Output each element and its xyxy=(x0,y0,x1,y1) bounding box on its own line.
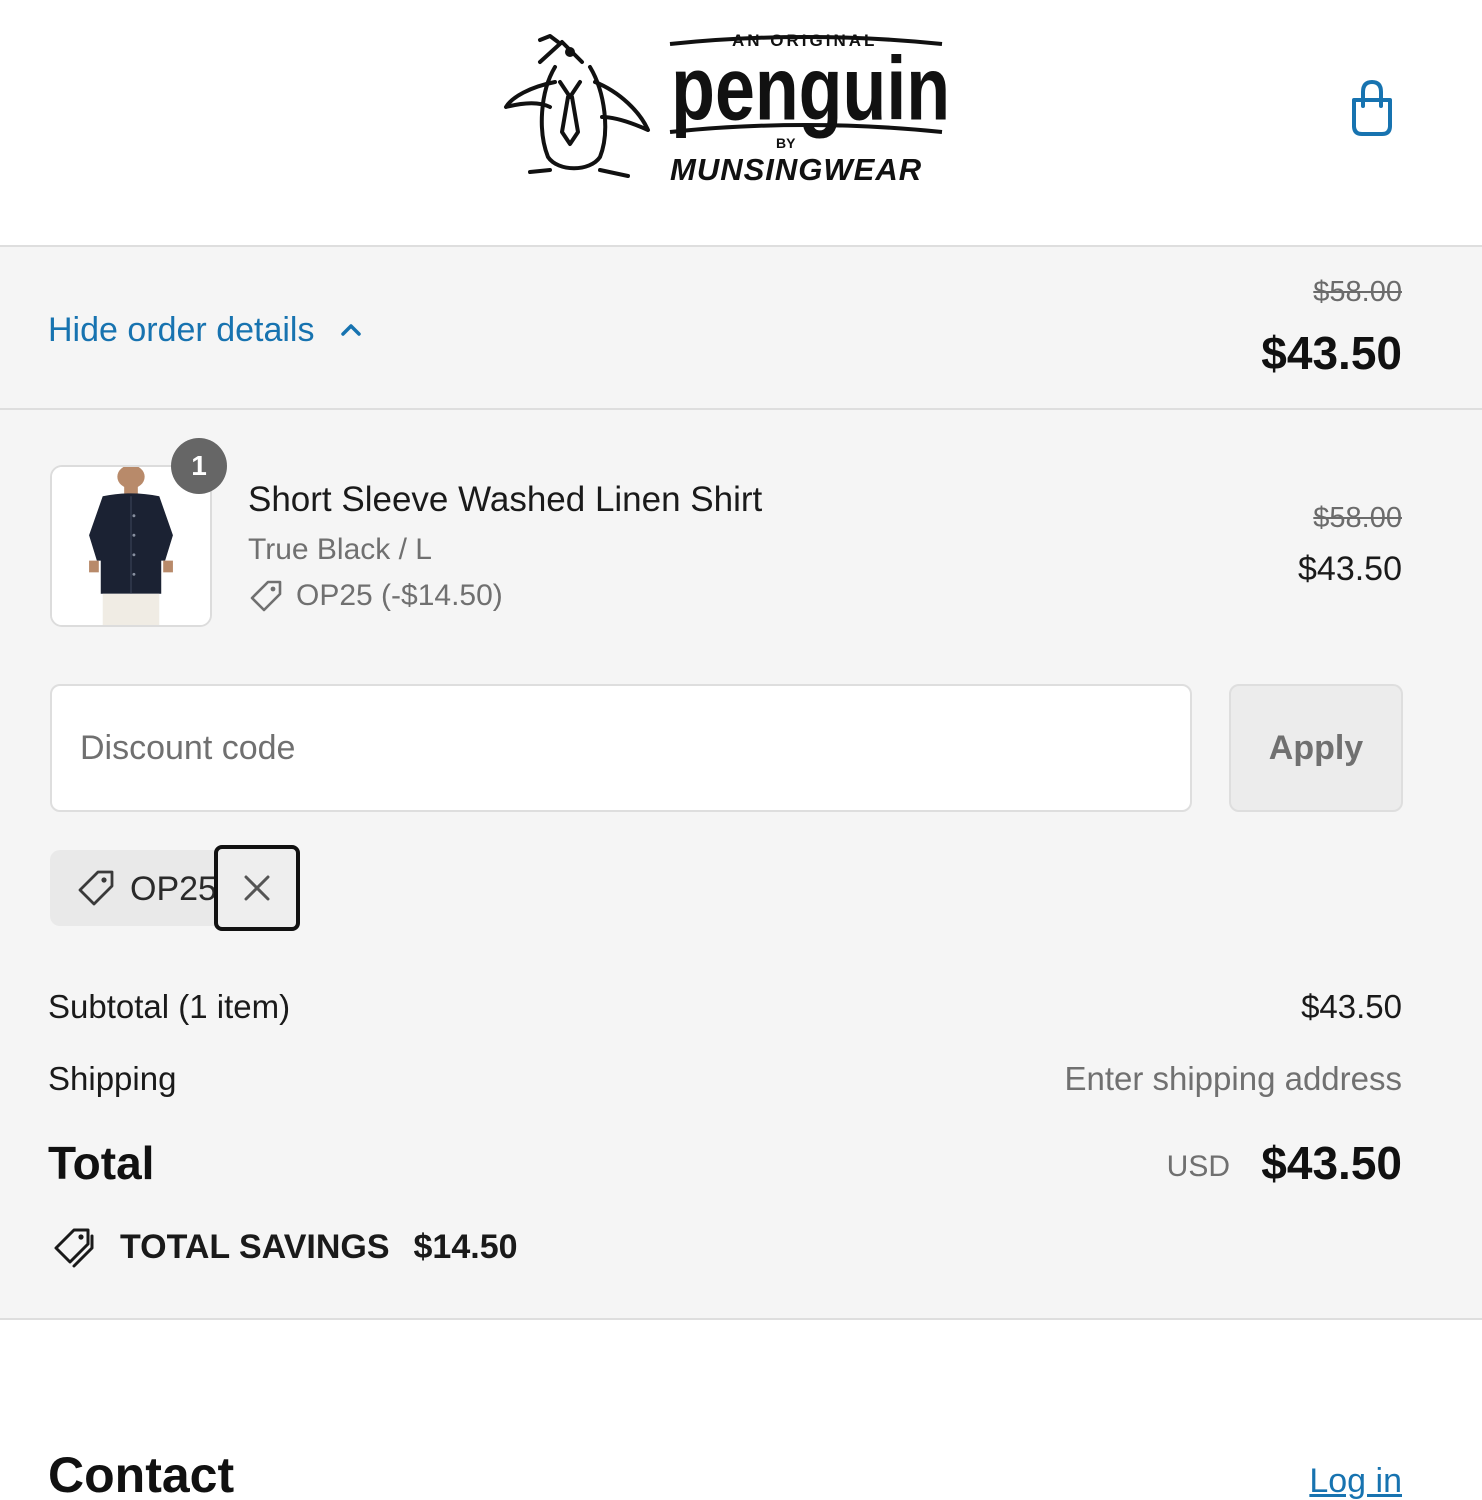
product-discount-label: OP25 (-$14.50) xyxy=(296,579,503,612)
contact-heading: Contact xyxy=(48,1447,235,1500)
cart-button[interactable] xyxy=(1340,76,1404,140)
brand-logo[interactable]: AN ORIGINAL penguin BY MUNSINGWEAR xyxy=(500,22,950,192)
product-price: $43.50 xyxy=(1298,550,1402,588)
product-variant: True Black / L xyxy=(248,533,432,566)
product-discount: OP25 (-$14.50) xyxy=(248,578,503,614)
logo-by-text: BY xyxy=(776,135,796,151)
currency-code: USD xyxy=(1166,1150,1230,1183)
login-link[interactable]: Log in xyxy=(1309,1462,1402,1500)
tag-icon xyxy=(250,580,282,612)
product-title: Short Sleeve Washed Linen Shirt xyxy=(248,480,763,519)
shopping-bag-icon xyxy=(1352,79,1392,136)
logo-bottom-text: MUNSINGWEAR xyxy=(670,152,922,187)
remove-discount-button[interactable] xyxy=(214,845,300,931)
close-icon xyxy=(244,875,270,901)
chevron-up-icon xyxy=(341,324,362,336)
hide-order-details-toggle[interactable]: Hide order details xyxy=(48,306,366,354)
penguin-mascot-icon xyxy=(504,34,650,178)
shipping-label: Shipping xyxy=(48,1060,177,1097)
shipping-value: Enter shipping address xyxy=(1064,1060,1402,1097)
discount-code-input[interactable] xyxy=(50,684,1192,812)
subtotal-label: Subtotal (1 item) xyxy=(48,988,291,1025)
summary-price: $43.50 xyxy=(1261,327,1402,379)
toggle-label: Hide order details xyxy=(48,310,315,349)
total-savings-label: TOTAL SAVINGS xyxy=(120,1227,390,1266)
quantity-badge: 1 xyxy=(171,438,227,494)
tag-icon xyxy=(78,870,114,906)
total-savings: TOTAL SAVINGS $14.50 xyxy=(50,1224,518,1270)
total-value: $43.50 xyxy=(1261,1137,1402,1189)
product-original-price: $58.00 xyxy=(1313,502,1402,534)
total-label: Total xyxy=(48,1137,155,1189)
summary-original-price: $58.00 xyxy=(1313,276,1402,308)
total-savings-value: $14.50 xyxy=(413,1227,518,1266)
checkout-header: AN ORIGINAL penguin BY MUNSINGWEAR xyxy=(0,0,1482,247)
subtotal-value: $43.50 xyxy=(1301,988,1402,1025)
apply-discount-button[interactable]: Apply xyxy=(1229,684,1403,812)
logo-main-text: penguin xyxy=(671,39,950,139)
double-tag-icon xyxy=(54,1228,94,1268)
